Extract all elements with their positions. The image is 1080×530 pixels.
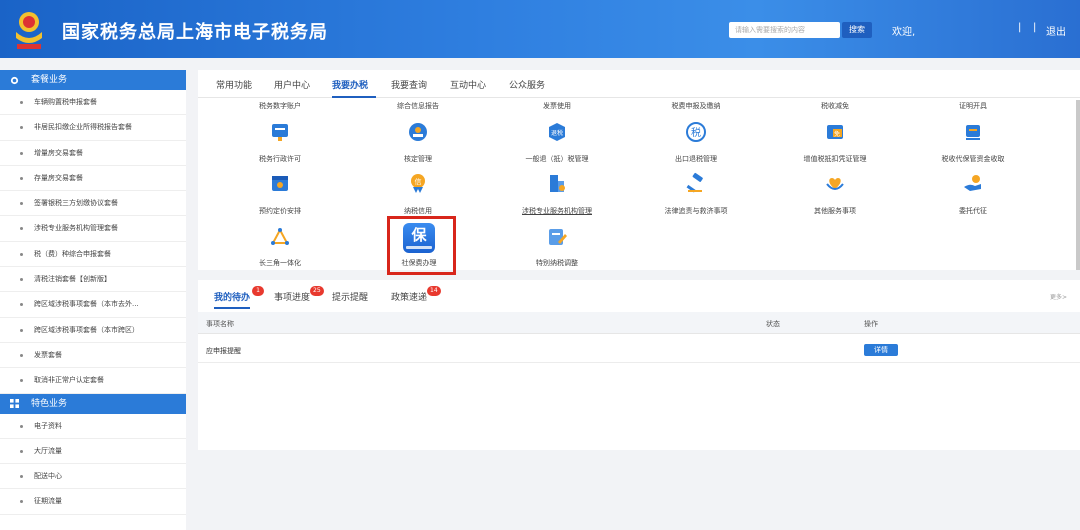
- column-header: 事项名称: [206, 320, 234, 328]
- sidebar-item[interactable]: 增量房交易套餐: [0, 141, 186, 166]
- sidebar-item[interactable]: 签署银税三方划缴协议套餐: [0, 191, 186, 217]
- service-item-label[interactable]: 税收代保管资金收取: [942, 154, 1005, 164]
- policy-badge: 14: [427, 286, 441, 296]
- service-item-label[interactable]: 税务行政许可: [259, 154, 301, 164]
- tab-user-center[interactable]: 用户中心: [274, 78, 310, 91]
- search-input[interactable]: 请输入需要搜索的内容: [729, 22, 840, 38]
- certificate-icon[interactable]: [962, 121, 984, 143]
- yangtze-delta-icon[interactable]: [269, 226, 291, 248]
- sidebar-section-package[interactable]: 套餐业务: [0, 70, 186, 90]
- sidebar-item[interactable]: 车辆购置税申报套餐: [0, 90, 186, 116]
- sidebar-section-special[interactable]: 特色业务: [0, 393, 186, 414]
- sidebar: 套餐业务 车辆购置税申报套餐 非居民扣缴企业所得税报告套餐 增量房交易套餐 存量…: [0, 70, 186, 530]
- agency-building-icon[interactable]: [546, 172, 568, 194]
- tab-policy[interactable]: 政策速递: [391, 290, 427, 303]
- todo-item-name: 应申报提醒: [206, 347, 241, 355]
- delegate-collection-icon[interactable]: [962, 172, 984, 194]
- service-item-label[interactable]: 法律追责与救济事项: [665, 206, 728, 216]
- sidebar-item[interactable]: 清税注销套餐【创新版】: [0, 267, 186, 293]
- scrollbar[interactable]: [1076, 100, 1080, 270]
- service-item-label[interactable]: 综合信息报告: [397, 101, 439, 111]
- tab-public-service[interactable]: 公众服务: [509, 78, 545, 91]
- icon-text: 免: [834, 130, 840, 138]
- tab-interaction[interactable]: 互动中心: [450, 78, 486, 91]
- column-header: 操作: [864, 320, 878, 328]
- digital-account-icon[interactable]: [269, 121, 291, 143]
- service-item-label[interactable]: 税费申报及缴纳: [672, 101, 721, 111]
- sidebar-section-label: 套餐业务: [31, 75, 68, 85]
- package-icon: [10, 76, 19, 84]
- tax-declare-icon[interactable]: 税: [685, 121, 707, 143]
- sidebar-item[interactable]: 大厅流量: [0, 439, 186, 465]
- service-item-label[interactable]: 委托代征: [959, 206, 987, 216]
- service-item-label[interactable]: 税收减免: [821, 101, 849, 111]
- service-item-label[interactable]: 特别纳税调整: [536, 258, 578, 268]
- sidebar-item[interactable]: 非居民扣缴企业所得税报告套餐: [0, 115, 186, 141]
- tax-exemption-icon[interactable]: 免: [824, 121, 846, 143]
- sidebar-item[interactable]: 配送中心: [0, 464, 186, 490]
- tax-emblem-icon: [16, 12, 42, 49]
- service-item-label[interactable]: 出口退税管理: [675, 154, 717, 164]
- special-adjustment-icon[interactable]: [546, 226, 568, 248]
- service-item-label[interactable]: 发票使用: [543, 101, 571, 111]
- service-item-label[interactable]: 税务数字账户: [259, 101, 301, 111]
- gavel-icon[interactable]: [685, 172, 707, 194]
- table-row: 应申报提醒 详情: [198, 337, 1080, 363]
- service-item-label[interactable]: 纳税信用: [404, 206, 432, 216]
- invoice-refund-icon[interactable]: 退税: [546, 121, 568, 143]
- table-header: 事项名称 状态 操作: [198, 312, 1080, 334]
- service-item-label[interactable]: 预约定价安排: [259, 206, 301, 216]
- icon-text: 税: [691, 126, 701, 139]
- top-header: 国家税务总局上海市电子税务局 请输入需要搜索的内容 搜索 欢迎, | | 退出: [0, 0, 1080, 58]
- sidebar-item[interactable]: 跨区域涉税事项套餐（本市去外...: [0, 292, 186, 318]
- tab-common[interactable]: 常用功能: [216, 78, 252, 91]
- tab-progress[interactable]: 事项进度: [274, 290, 310, 303]
- service-item-label[interactable]: 长三角一体化: [259, 258, 301, 268]
- credit-icon[interactable]: 信: [407, 172, 429, 194]
- sidebar-item[interactable]: 取消非正常户认定套餐: [0, 368, 186, 394]
- highlight-box: [387, 216, 456, 275]
- calendar-icon[interactable]: [269, 172, 291, 194]
- site-title: 国家税务总局上海市电子税务局: [62, 22, 328, 43]
- tab-my-todo[interactable]: 我的待办: [214, 290, 250, 303]
- sidebar-item[interactable]: 发票套餐: [0, 343, 186, 369]
- icon-text: 退税: [551, 129, 563, 137]
- todo-badge: 1: [252, 286, 264, 296]
- logout-link[interactable]: 退出: [1046, 23, 1066, 38]
- icon-text: 信: [415, 177, 422, 186]
- todo-panel: 我的待办 1 事项进度 25 提示提醒 政策速递 14 更多> 事项名称 状态 …: [198, 280, 1080, 450]
- sidebar-item[interactable]: 跨区域涉税事项套餐（本市跨区）: [0, 318, 186, 343]
- sidebar-item[interactable]: 存量房交易套餐: [0, 166, 186, 192]
- tab-tax-handling[interactable]: 我要办税: [332, 78, 368, 91]
- detail-button[interactable]: 详情: [864, 344, 898, 356]
- more-link[interactable]: 更多>: [1050, 292, 1067, 301]
- service-panel: 常用功能 用户中心 我要办税 我要查询 互动中心 公众服务: [198, 70, 1080, 270]
- active-tab-indicator: [332, 96, 376, 98]
- sidebar-section-label: 特色业务: [31, 398, 68, 409]
- column-header: 状态: [766, 320, 780, 328]
- header-separator: |: [1033, 22, 1037, 33]
- sidebar-item[interactable]: 征期流量: [0, 489, 186, 515]
- service-item-label[interactable]: 增值税抵扣凭证管理: [804, 154, 867, 164]
- tab-reminders[interactable]: 提示提醒: [332, 290, 368, 303]
- sidebar-item[interactable]: 税（费）种综合申报套餐: [0, 242, 186, 268]
- main-tabs: 常用功能 用户中心 我要办税 我要查询 互动中心 公众服务: [198, 70, 1080, 98]
- service-item-label[interactable]: 证明开具: [959, 101, 987, 111]
- info-report-icon[interactable]: [407, 121, 429, 143]
- grid-icon: [10, 399, 19, 409]
- service-item-label[interactable]: 核定管理: [404, 154, 432, 164]
- active-tab-indicator: [214, 307, 250, 309]
- welcome-text: 欢迎,: [892, 27, 916, 38]
- sidebar-item[interactable]: 电子资料: [0, 414, 186, 439]
- sidebar-item[interactable]: 涉税专业服务机构管理套餐: [0, 216, 186, 242]
- search-button[interactable]: 搜索: [842, 22, 872, 38]
- service-item-label[interactable]: 其他服务事项: [814, 206, 856, 216]
- service-item-label[interactable]: 涉税专业服务机构管理: [522, 206, 592, 216]
- service-item-label[interactable]: 一般退（抵）税管理: [526, 154, 589, 164]
- heart-hand-icon[interactable]: [824, 172, 846, 194]
- header-separator: |: [1018, 22, 1022, 33]
- progress-badge: 25: [310, 286, 324, 296]
- tab-query[interactable]: 我要查询: [391, 78, 427, 91]
